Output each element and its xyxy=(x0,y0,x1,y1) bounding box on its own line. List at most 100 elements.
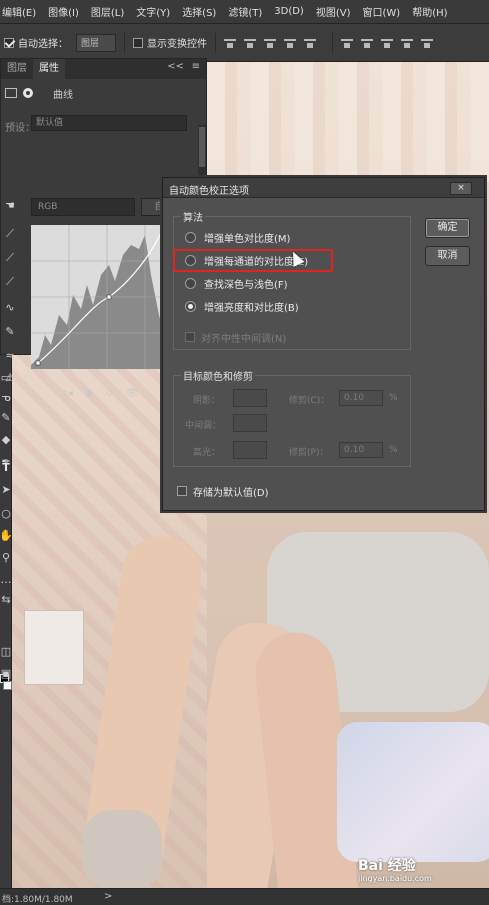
preset-dropdown[interactable]: 默认值 xyxy=(31,115,187,131)
snap-neutral-checkbox[interactable] xyxy=(185,332,195,342)
auto-select-checkbox[interactable] xyxy=(4,37,14,48)
panel-footer: ▫◂ ◉ ↺ 👁 xyxy=(61,388,139,404)
brush-tool-icon[interactable]: ✎ xyxy=(0,410,12,424)
path-select-tool-icon[interactable]: ➤ xyxy=(0,482,12,496)
menu-window[interactable]: 窗口(W) xyxy=(363,4,401,19)
distribute-vcenter-icon[interactable] xyxy=(361,37,373,49)
gray-point-eyedropper-icon[interactable]: ⟋ xyxy=(1,251,19,267)
menu-image[interactable]: 图像(I) xyxy=(48,4,79,19)
panel-menu-icon[interactable]: ≡ xyxy=(192,61,200,72)
separator xyxy=(215,32,216,53)
dialog-titlebar[interactable]: 自动颜色校正选项 × xyxy=(163,178,484,198)
shadows-color-swatch[interactable] xyxy=(233,389,267,407)
text-tool-icon[interactable]: T xyxy=(0,460,12,474)
clip-to-layer-icon[interactable]: ▫◂ xyxy=(61,388,73,404)
save-default-checkbox[interactable] xyxy=(177,486,187,496)
option-enhance-brightness-contrast[interactable]: 增强亮度和对比度(B) xyxy=(185,298,299,314)
radio-button-selected[interactable] xyxy=(185,300,196,312)
percent-symbol: % xyxy=(389,393,398,403)
photo-box xyxy=(24,610,84,685)
white-point-eyedropper-icon[interactable]: ⟋ xyxy=(1,275,19,291)
menu-bar: 编辑(E) 图像(I) 图层(L) 文字(Y) 选择(S) 滤镜(T) 3D(D… xyxy=(0,0,489,24)
close-icon[interactable]: × xyxy=(450,182,472,195)
menu-view[interactable]: 视图(V) xyxy=(316,4,351,19)
show-transform-label: 显示变换控件 xyxy=(147,39,207,50)
clip-shadows-label: 修剪(C)： xyxy=(289,396,330,406)
reset-icon[interactable]: ↺ xyxy=(106,388,114,404)
tab-layers[interactable]: 图层 xyxy=(1,59,33,79)
align-hcenter-icon[interactable] xyxy=(304,37,316,49)
option-label: 增强亮度和对比度(B) xyxy=(204,302,299,314)
background-color[interactable] xyxy=(3,681,12,690)
menu-help[interactable]: 帮助(H) xyxy=(412,4,447,19)
midtones-color-swatch[interactable] xyxy=(233,414,267,432)
channel-dropdown[interactable]: RGB xyxy=(31,198,135,216)
curve-point-black[interactable] xyxy=(35,360,41,366)
align-vcenter-icon[interactable] xyxy=(244,37,256,49)
distribute-bottom-icon[interactable] xyxy=(381,37,393,49)
tab-properties[interactable]: 属性 xyxy=(33,59,65,79)
clipping-warning-icon[interactable]: ⚠ xyxy=(1,371,19,387)
option-enhance-monochromatic[interactable]: 增强单色对比度(M) xyxy=(185,229,290,245)
on-image-adjust-icon[interactable]: ☚ xyxy=(1,199,19,215)
distribute-left-icon[interactable] xyxy=(401,37,413,49)
snap-neutral-label: 对齐中性中间调(N) xyxy=(201,333,287,345)
snap-neutral-midtones[interactable]: 对齐中性中间调(N) xyxy=(185,329,286,345)
save-default-label: 存储为默认值(D) xyxy=(193,487,269,499)
save-as-default[interactable]: 存储为默认值(D) xyxy=(177,483,269,499)
lasso-tool-icon[interactable]: ᓀ xyxy=(0,390,12,404)
hand-tool-icon[interactable]: ✋ xyxy=(0,528,13,542)
eraser-tool-icon[interactable]: ◆ xyxy=(0,432,12,446)
ellipse-tool-icon[interactable]: ○ xyxy=(0,506,12,520)
distribute-hcenter-icon[interactable] xyxy=(421,37,433,49)
curve-edit-icon[interactable]: ∿ xyxy=(1,301,19,317)
highlights-color-swatch[interactable] xyxy=(233,441,267,459)
menu-select[interactable]: 选择(S) xyxy=(182,4,216,19)
quick-mask-icon[interactable]: ◫ xyxy=(0,644,12,658)
option-label: 查找深色与浅色(F) xyxy=(204,279,288,291)
swap-colors-icon[interactable]: ⇆ xyxy=(0,592,12,606)
photo-blanket xyxy=(337,722,489,862)
radio-button[interactable] xyxy=(185,277,196,289)
menu-edit[interactable]: 编辑(E) xyxy=(2,4,36,19)
radio-button[interactable] xyxy=(185,231,196,243)
status-menu-arrow[interactable]: > xyxy=(104,891,112,902)
panel-scroll-thumb[interactable] xyxy=(199,127,205,167)
curve-point-mid[interactable] xyxy=(106,294,112,300)
smooth-icon[interactable]: ≈ xyxy=(1,349,19,365)
highlights-label: 高光： xyxy=(193,448,221,458)
adjustment-header: 曲线 xyxy=(5,85,73,101)
view-previous-icon[interactable]: ◉ xyxy=(85,388,94,404)
show-transform-checkbox[interactable] xyxy=(133,37,143,48)
menu-type[interactable]: 文字(Y) xyxy=(136,4,170,19)
menu-layer[interactable]: 图层(L) xyxy=(91,4,124,19)
options-bar: 自动选择： 图层 显示变换控件 xyxy=(0,24,489,62)
black-point-eyedropper-icon[interactable]: ⟋ xyxy=(1,227,19,243)
clip-highlights-input[interactable]: 0.10 xyxy=(339,442,383,458)
separator xyxy=(332,32,333,53)
cancel-button[interactable]: 取消 xyxy=(425,246,470,266)
curve-graph[interactable] xyxy=(31,225,183,369)
adjustment-layer-icon xyxy=(5,88,17,98)
distribute-top-icon[interactable] xyxy=(341,37,353,49)
ok-button[interactable]: 确定 xyxy=(425,218,470,238)
shadows-label: 阴影： xyxy=(193,396,221,406)
align-top-icon[interactable] xyxy=(224,37,236,49)
menu-filter[interactable]: 滤镜(T) xyxy=(228,4,262,19)
clip-shadows-input[interactable]: 0.10 xyxy=(339,390,383,406)
screen-mode-icon[interactable]: ▣ xyxy=(0,666,12,680)
align-bottom-icon[interactable] xyxy=(264,37,276,49)
pencil-draw-icon[interactable]: ✎ xyxy=(1,325,19,341)
photo-curtain xyxy=(207,62,489,182)
collapse-panel-button[interactable]: << xyxy=(167,61,184,72)
visibility-eye-icon[interactable]: 👁 xyxy=(126,388,139,404)
option-find-dark-light[interactable]: 查找深色与浅色(F) xyxy=(185,275,288,291)
align-left-icon[interactable] xyxy=(284,37,296,49)
auto-select-label: 自动选择： xyxy=(18,39,68,50)
more-tools-icon[interactable]: … xyxy=(0,572,12,586)
percent-symbol: % xyxy=(389,445,398,455)
zoom-tool-icon[interactable]: ⚲ xyxy=(0,550,12,564)
layer-mask-icon[interactable] xyxy=(23,88,33,98)
auto-select-target-dropdown[interactable]: 图层 xyxy=(76,33,116,52)
menu-3d[interactable]: 3D(D) xyxy=(274,6,304,17)
